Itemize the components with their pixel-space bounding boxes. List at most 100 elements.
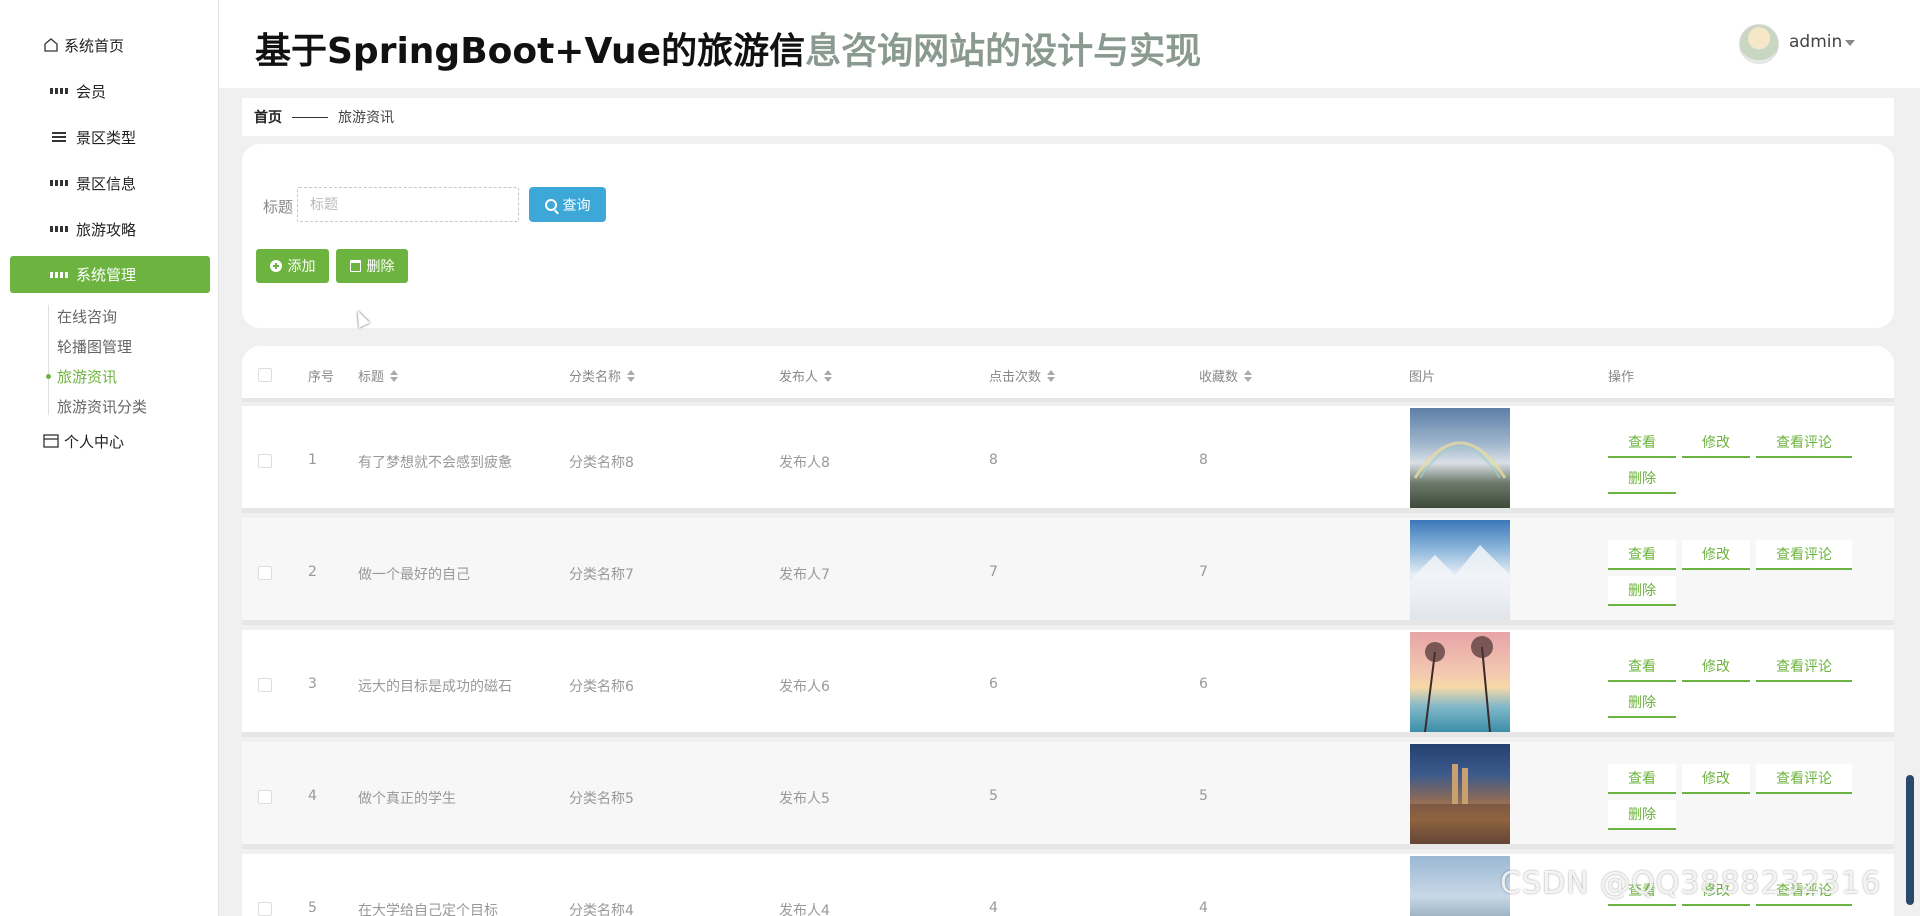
- sidebar-item-label: 会员: [76, 82, 107, 101]
- edit-button[interactable]: 修改: [1682, 764, 1750, 794]
- view-comments-button[interactable]: 查看评论: [1756, 764, 1852, 794]
- sidebar-item-travel-guide[interactable]: 旅游攻略: [50, 211, 250, 247]
- thumbnail-coastal-city[interactable]: [1410, 856, 1510, 916]
- sidebar: 系统首页 会员 景区类型 景区信息 旅游攻略 系统管理 在线咨询 轮播图管理 旅…: [0, 0, 219, 916]
- sort-icon[interactable]: [390, 369, 399, 382]
- submenu-item-news-category[interactable]: 旅游资讯分类: [57, 396, 147, 417]
- grid-icon: [50, 82, 68, 100]
- breadcrumb-separator: [292, 116, 328, 118]
- table-row: 3 远大的目标是成功的磁石 分类名称6 发布人6 6 6 查看 修改 查看评论 …: [242, 630, 1894, 737]
- view-comments-button[interactable]: 查看评论: [1756, 428, 1852, 458]
- column-header-favorites[interactable]: 收藏数: [1199, 366, 1253, 385]
- sidebar-item-label: 景区类型: [76, 128, 137, 147]
- submenu-item-carousel[interactable]: 轮播图管理: [57, 336, 132, 357]
- column-header-image: 图片: [1409, 370, 1436, 385]
- sidebar-item-scenic-info[interactable]: 景区信息: [50, 165, 250, 201]
- cell-publisher: 发布人8: [779, 455, 830, 471]
- add-button[interactable]: 添加: [256, 249, 329, 283]
- cell-publisher: 发布人4: [779, 903, 830, 916]
- delete-row-button[interactable]: 删除: [1608, 800, 1676, 830]
- sort-icon[interactable]: [1047, 369, 1056, 382]
- delete-row-button[interactable]: 删除: [1608, 576, 1676, 606]
- sidebar-item-home[interactable]: 系统首页: [42, 27, 242, 63]
- sort-icon[interactable]: [824, 369, 833, 382]
- delete-button[interactable]: 删除: [336, 249, 408, 283]
- chevron-down-icon[interactable]: [1845, 40, 1855, 46]
- sidebar-item-scenic-type[interactable]: 景区类型: [50, 119, 250, 155]
- cell-title: 有了梦想就不会感到疲惫: [358, 455, 512, 471]
- table-row: 1 有了梦想就不会感到疲惫 分类名称8 发布人8 8 8 查看 修改 查看评论 …: [242, 406, 1894, 513]
- active-dot: [46, 374, 51, 379]
- cell-clicks: 6: [989, 676, 998, 692]
- submenu-item-online-consult[interactable]: 在线咨询: [57, 306, 117, 327]
- search-label: 标题: [263, 198, 294, 216]
- view-comments-button[interactable]: 查看评论: [1756, 540, 1852, 570]
- row-checkbox[interactable]: [258, 454, 272, 468]
- sidebar-item-label: 系统首页: [64, 36, 125, 55]
- scrollbar[interactable]: [1906, 775, 1914, 905]
- cell-category: 分类名称7: [569, 567, 634, 583]
- row-checkbox[interactable]: [258, 678, 272, 692]
- grid-icon: [50, 220, 68, 238]
- submenu-item-travel-news[interactable]: 旅游资讯: [57, 366, 117, 387]
- view-button[interactable]: 查看: [1608, 428, 1676, 458]
- card-icon: [42, 432, 60, 450]
- column-header-actions: 操作: [1608, 370, 1635, 385]
- cell-favorites: 5: [1199, 788, 1208, 804]
- username[interactable]: admin: [1789, 32, 1842, 52]
- cell-title: 做个真正的学生: [358, 791, 456, 807]
- column-header-title[interactable]: 标题: [358, 366, 399, 385]
- edit-button[interactable]: 修改: [1682, 540, 1750, 570]
- watermark: CSDN @QQ3888232316: [1500, 866, 1882, 901]
- search-input[interactable]: [297, 187, 519, 222]
- view-button[interactable]: 查看: [1608, 652, 1676, 682]
- header: 基于SpringBoot+Vue的旅游信息咨询网站的设计与实现 admin: [219, 0, 1920, 88]
- search-panel: [242, 144, 1894, 328]
- cell-category: 分类名称6: [569, 679, 634, 695]
- thumbnail-rainbow-landscape[interactable]: [1410, 408, 1510, 508]
- row-checkbox[interactable]: [258, 790, 272, 804]
- thumbnail-snowy-mountains[interactable]: [1410, 520, 1510, 620]
- cell-clicks: 4: [989, 900, 998, 916]
- sort-icon[interactable]: [627, 369, 636, 382]
- sidebar-item-system-management[interactable]: 系统管理: [10, 256, 210, 293]
- breadcrumb-current: 旅游资讯: [338, 110, 394, 126]
- cell-favorites: 8: [1199, 452, 1208, 468]
- view-comments-button[interactable]: 查看评论: [1756, 652, 1852, 682]
- list-icon: [50, 128, 68, 146]
- cell-clicks: 5: [989, 788, 998, 804]
- thumbnail-city-night[interactable]: [1410, 744, 1510, 844]
- row-checkbox[interactable]: [258, 566, 272, 580]
- column-header-publisher[interactable]: 发布人: [779, 366, 833, 385]
- cell-clicks: 8: [989, 452, 998, 468]
- grid-icon: [50, 174, 68, 192]
- grid-icon: [50, 266, 68, 284]
- cell-category: 分类名称5: [569, 791, 634, 807]
- row-checkbox[interactable]: [258, 902, 272, 916]
- table-row: 2 做一个最好的自己 分类名称7 发布人7 7 7 查看 修改 查看评论 删除: [242, 518, 1894, 625]
- select-all-checkbox[interactable]: [258, 368, 272, 382]
- view-button[interactable]: 查看: [1608, 764, 1676, 794]
- add-button-label: 添加: [287, 259, 316, 275]
- avatar[interactable]: [1739, 24, 1779, 64]
- breadcrumb: 首页 旅游资讯: [242, 98, 1894, 136]
- breadcrumb-home[interactable]: 首页: [254, 107, 282, 127]
- home-icon: [42, 36, 60, 54]
- delete-row-button[interactable]: 删除: [1608, 464, 1676, 494]
- thumbnail-palm-sunset-pool[interactable]: [1410, 632, 1510, 733]
- column-header-no: 序号: [308, 370, 335, 385]
- sidebar-item-personal-center[interactable]: 个人中心: [42, 423, 242, 459]
- column-header-category[interactable]: 分类名称: [569, 366, 636, 385]
- delete-row-button[interactable]: 删除: [1608, 688, 1676, 718]
- sort-icon[interactable]: [1244, 369, 1253, 382]
- cell-favorites: 6: [1199, 676, 1208, 692]
- edit-button[interactable]: 修改: [1682, 652, 1750, 682]
- column-header-clicks[interactable]: 点击次数: [989, 366, 1056, 385]
- cell-title: 在大学给自己定个目标: [358, 903, 498, 916]
- sidebar-item-label: 系统管理: [76, 266, 137, 284]
- edit-button[interactable]: 修改: [1682, 428, 1750, 458]
- table-row: 4 做个真正的学生 分类名称5 发布人5 5 5 查看 修改 查看评论 删除: [242, 742, 1894, 849]
- view-button[interactable]: 查看: [1608, 540, 1676, 570]
- delete-button-label: 删除: [366, 259, 395, 275]
- query-button[interactable]: 查询: [529, 187, 606, 222]
